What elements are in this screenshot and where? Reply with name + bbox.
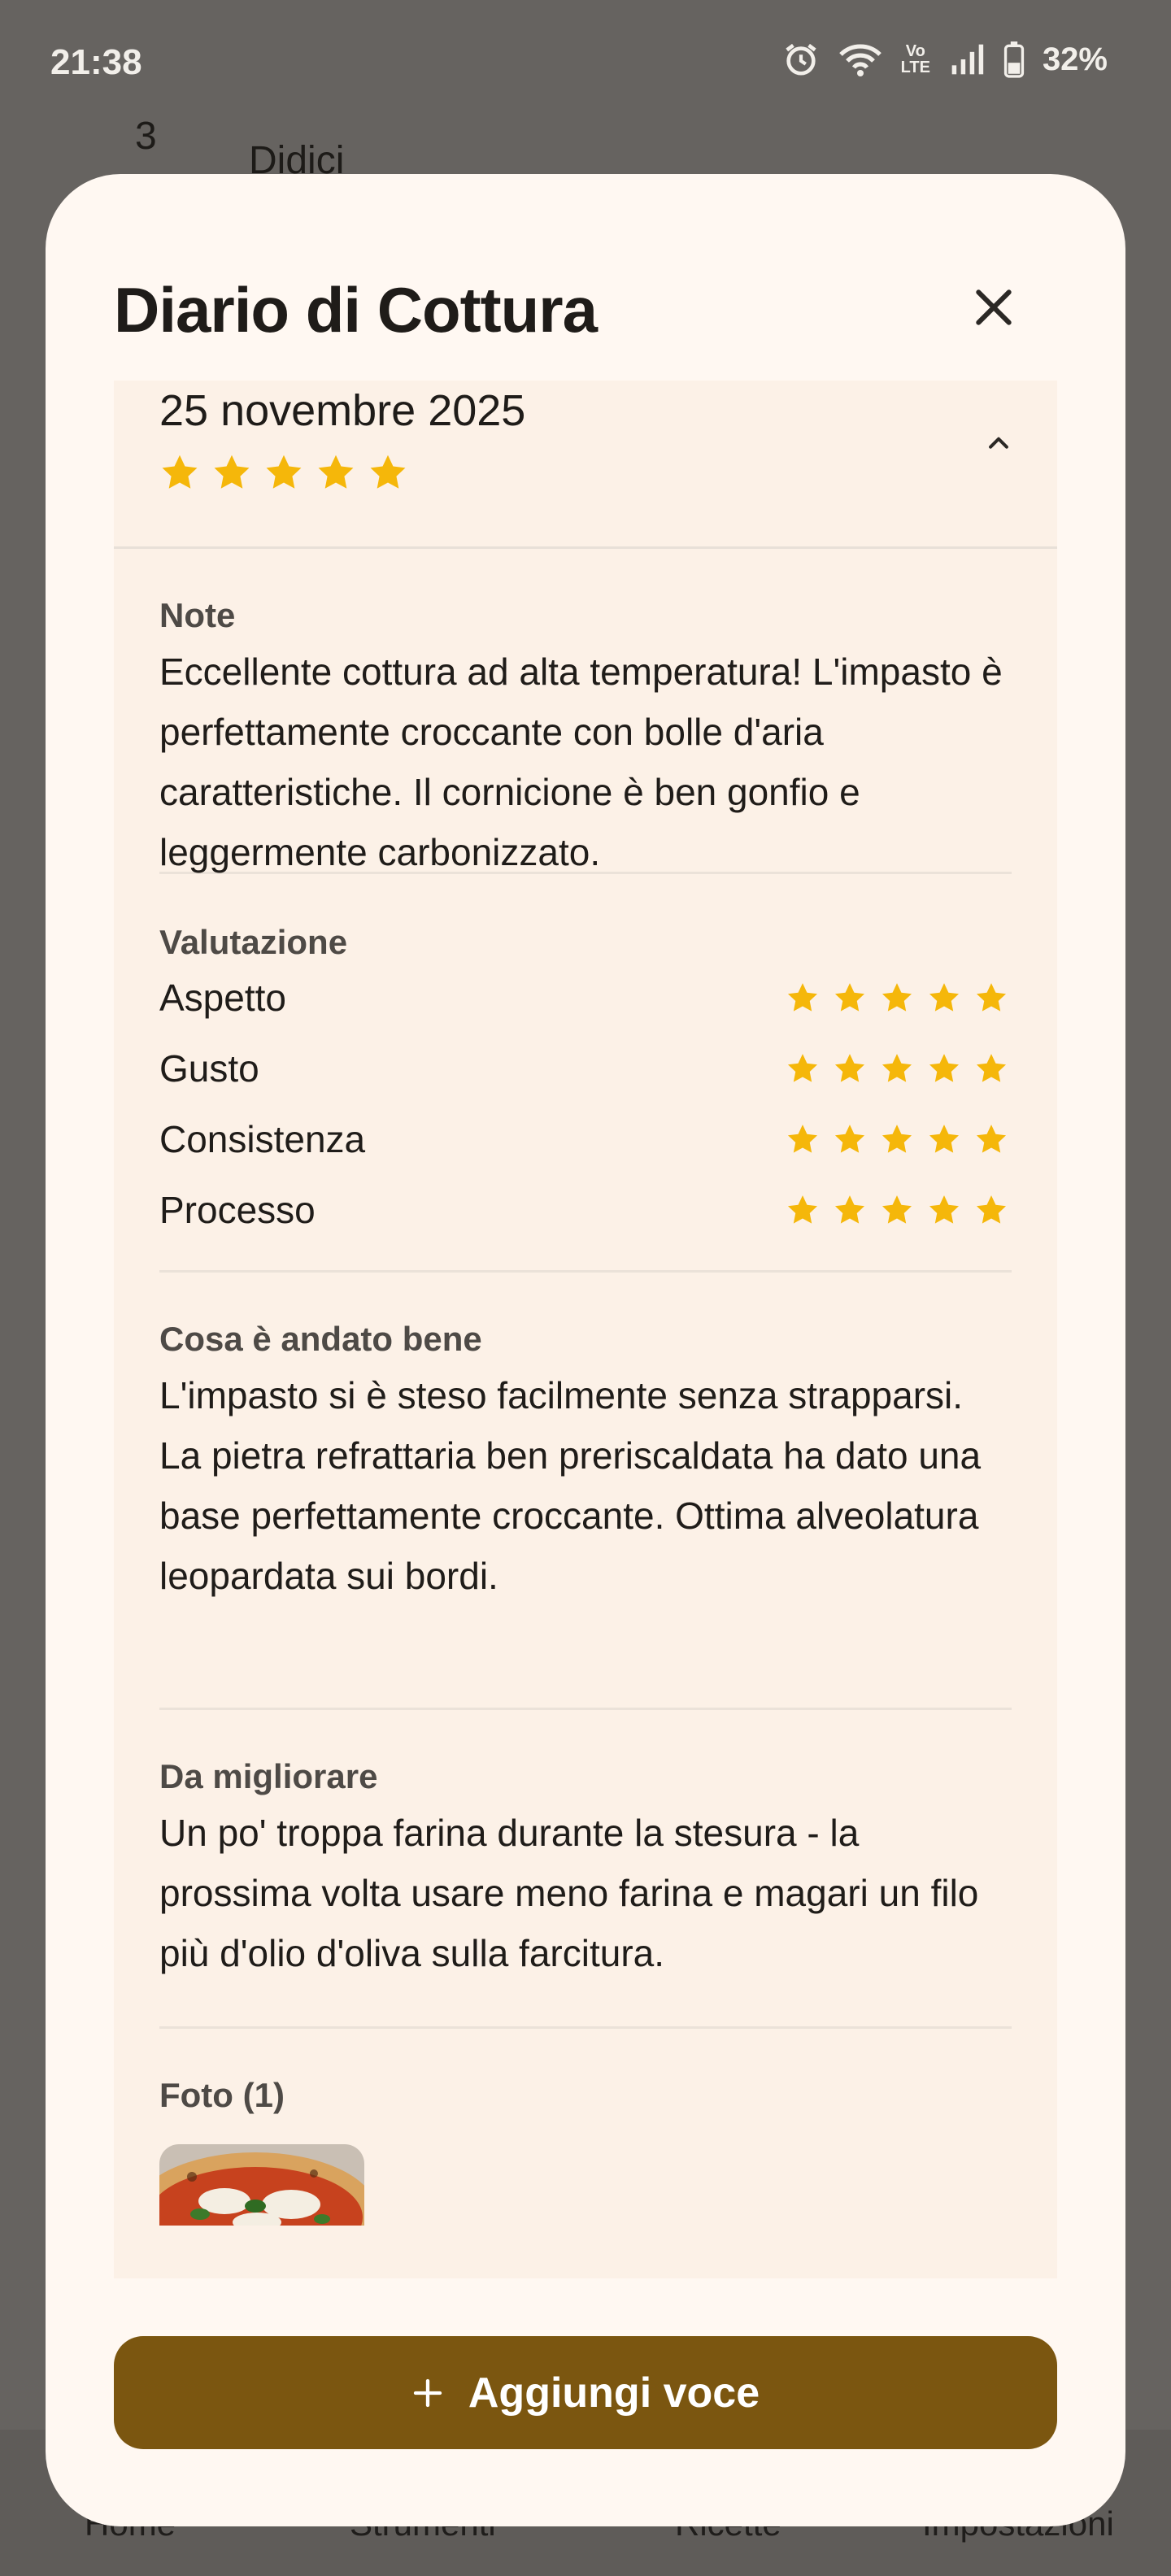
pizza-photo-thumbnail[interactable] — [159, 2144, 364, 2226]
star-icon — [370, 455, 406, 489]
signal-icon — [948, 41, 986, 77]
star-icon — [929, 1053, 960, 1082]
rating-stars — [786, 1051, 1008, 1086]
notes-text: Eccellente cottura ad alta temperatura! … — [159, 651, 1003, 873]
star-icon — [834, 1124, 865, 1153]
rating-row: Consistenza — [159, 1103, 1012, 1174]
entry-date: 25 novembre 2025 — [159, 386, 526, 435]
star-icon — [787, 1194, 818, 1224]
star-icon — [882, 1124, 912, 1153]
close-icon — [976, 289, 1012, 325]
star-icon — [834, 1053, 865, 1082]
rating-row: Gusto — [159, 1033, 1012, 1103]
star-icon — [976, 1053, 1007, 1082]
entry-overall-rating — [159, 452, 408, 493]
to-improve-section: Da migliorare Un po' troppa farina duran… — [159, 1710, 1012, 2029]
to-improve-text: Un po' troppa farina durante la stesura … — [159, 1812, 979, 1974]
star-icon — [787, 1053, 818, 1082]
star-icon — [929, 1124, 960, 1153]
status-time: 21:38 — [50, 42, 142, 82]
rating-row: Aspetto — [159, 962, 1012, 1033]
notes-section: Note Eccellente cottura ad alta temperat… — [159, 549, 1012, 874]
battery-percent: 32% — [1042, 41, 1108, 77]
entry-header[interactable]: 25 novembre 2025 — [114, 381, 1057, 549]
volte-icon: Vo LTE — [900, 42, 930, 76]
rating-item-label: Aspetto — [159, 976, 286, 1019]
rating-item-label: Processo — [159, 1188, 316, 1231]
alarm-icon — [782, 41, 820, 78]
star-icon — [266, 455, 302, 489]
star-icon — [929, 982, 960, 1012]
to-improve-label: Da migliorare — [159, 1757, 378, 1795]
status-bar: 21:38 Vo LTE 32% — [0, 0, 1171, 130]
rating-item-label: Consistenza — [159, 1117, 366, 1160]
star-icon — [976, 982, 1007, 1012]
photos-section: Foto (1) — [159, 2029, 1012, 2273]
star-icon — [162, 455, 198, 489]
star-icon — [787, 1124, 818, 1153]
star-icon — [882, 1194, 912, 1224]
went-well-section: Cosa è andato bene L'impasto si è steso … — [159, 1273, 1012, 1710]
battery-icon — [1003, 41, 1025, 78]
add-entry-label: Aggiungi voce — [468, 2369, 760, 2417]
star-icon — [976, 1124, 1007, 1153]
chevron-up-icon — [989, 437, 1008, 449]
status-icons: Vo LTE 32% — [782, 41, 1108, 78]
rating-item-label: Gusto — [159, 1046, 259, 1090]
photos-label: Foto (1) — [159, 2076, 285, 2114]
close-button[interactable] — [960, 273, 1028, 342]
star-icon — [214, 455, 250, 489]
star-icon — [882, 982, 912, 1012]
went-well-label: Cosa è andato bene — [159, 1320, 482, 1358]
plus-icon — [413, 2378, 442, 2407]
rating-stars — [786, 981, 1008, 1015]
star-icon — [882, 1053, 912, 1082]
collapse-button[interactable] — [973, 416, 1025, 468]
rating-stars — [786, 1193, 1008, 1227]
star-icon — [787, 982, 818, 1012]
star-icon — [834, 1194, 865, 1224]
cooking-diary-sheet: Diario di Cottura 25 novembre 2025 Note … — [46, 174, 1125, 2526]
star-icon — [318, 455, 354, 489]
star-icon — [834, 982, 865, 1012]
add-entry-button[interactable]: Aggiungi voce — [114, 2336, 1057, 2449]
rating-section: Valutazione Aspetto Gusto Consistenza Pr… — [159, 874, 1012, 1273]
wifi-icon — [838, 41, 883, 78]
notes-label: Note — [159, 596, 236, 634]
star-icon — [976, 1194, 1007, 1224]
rating-row: Processo — [159, 1174, 1012, 1245]
star-icon — [929, 1194, 960, 1224]
went-well-text: L'impasto si è steso facilmente senza st… — [159, 1374, 982, 1597]
background-list-number: 3 — [135, 115, 157, 158]
diary-entry-card: 25 novembre 2025 Note Eccellente cottura… — [114, 381, 1057, 2278]
rating-stars — [786, 1122, 1008, 1156]
sheet-title: Diario di Cottura — [114, 274, 598, 346]
rating-label: Valutazione — [159, 923, 348, 961]
